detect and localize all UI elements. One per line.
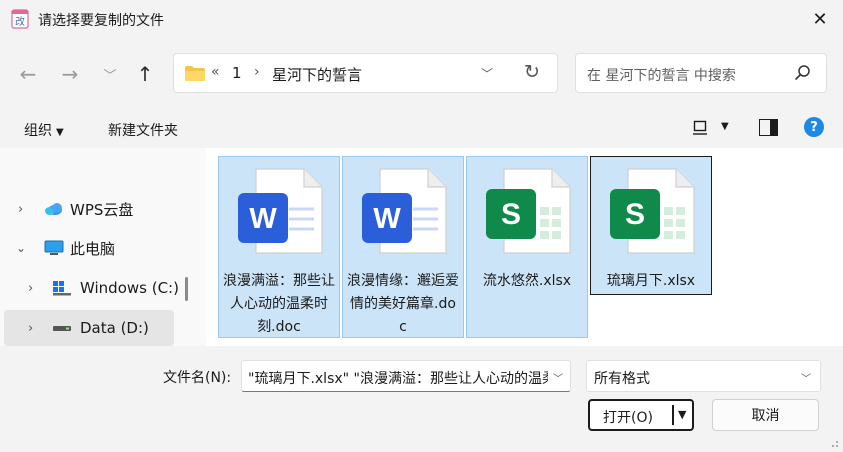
close-button[interactable]: ✕ <box>797 0 843 38</box>
file-list-view[interactable]: W 浪漫满溢：那些让人心动的温柔时刻.doc W 浪漫情缘：邂逅爱情的美好篇章.… <box>206 148 843 346</box>
cloud-icon <box>45 203 62 215</box>
close-icon: ✕ <box>812 8 828 30</box>
chevron-right-icon[interactable]: › <box>18 202 23 217</box>
svg-text:S: S <box>501 198 521 231</box>
sidebar-scrollbar[interactable] <box>178 148 202 346</box>
folder-icon <box>185 66 205 81</box>
chevron-down-icon: ﹀ <box>103 68 117 84</box>
filename-value[interactable]: "琉璃月下.xlsx" "浪漫满溢：那些让人心动的温柔时刻.doc" <box>248 368 548 388</box>
sidebar-item-this-pc[interactable]: ⌄ 此电脑 <box>4 230 174 266</box>
window-title: 请选择要复制的文件 <box>38 13 164 29</box>
file-name: 流水悠然.xlsx <box>482 273 572 289</box>
search-placeholder: 在 星河下的誓言 中搜索 <box>587 68 736 84</box>
svg-text:改: 改 <box>15 15 25 28</box>
command-toolbar: 组织 ▼ 新建文件夹 ▼ ? <box>0 110 843 148</box>
caret-down-icon: ▼ <box>56 127 64 138</box>
svg-text:S: S <box>625 198 645 231</box>
up-button[interactable]: ↑ <box>131 58 159 90</box>
view-caret-icon[interactable]: ▼ <box>721 121 729 132</box>
file-type-value: 所有格式 <box>594 371 650 387</box>
breadcrumb-separator: › <box>254 64 260 80</box>
sidebar-item-label: 此电脑 <box>70 239 116 258</box>
breadcrumb-1[interactable]: 1 <box>232 64 242 82</box>
file-type-filter[interactable]: 所有格式 ﹀ <box>586 360 821 392</box>
file-item[interactable]: S 流水悠然.xlsx <box>466 156 588 338</box>
dialog-footer: 文件名(N): "琉璃月下.xlsx" "浪漫满溢：那些让人心动的温柔时刻.do… <box>0 346 843 452</box>
sidebar-item-label: Data (D:) <box>80 319 149 337</box>
split-divider <box>672 405 674 425</box>
sidebar-item-data-d[interactable]: › Data (D:) <box>4 310 174 346</box>
back-button[interactable]: ← <box>14 58 42 90</box>
excel-spreadsheet-icon: S <box>610 168 695 254</box>
word-document-icon: W <box>362 168 447 254</box>
sidebar-item-wps-cloud[interactable]: › WPS云盘 <box>4 191 174 227</box>
word-document-icon: W <box>238 168 323 254</box>
windows-drive-icon <box>53 281 71 296</box>
svg-text:W: W <box>373 203 401 235</box>
help-icon[interactable]: ? <box>804 117 824 137</box>
forward-arrow-icon: → <box>61 62 79 86</box>
sidebar-item-label: WPS云盘 <box>70 200 134 219</box>
file-name: 浪漫满溢：那些让人心动的温柔时刻.doc <box>223 273 335 335</box>
address-history-chevron-icon[interactable]: ﹀ <box>481 65 493 82</box>
overflow-crumb[interactable]: « <box>211 64 220 80</box>
refresh-icon[interactable]: ↻ <box>524 61 540 83</box>
sidebar-item-label: Windows (C:) <box>80 279 179 297</box>
view-options-icon[interactable] <box>692 120 708 136</box>
up-arrow-icon: ↑ <box>136 62 154 86</box>
chevron-down-icon[interactable]: ⌄ <box>16 241 26 255</box>
excel-spreadsheet-icon: S <box>486 168 571 254</box>
filename-history-chevron-icon[interactable]: ﹀ <box>553 370 563 385</box>
new-folder-button[interactable]: 新建文件夹 <box>108 120 178 140</box>
address-bar[interactable]: « 1 › 星河下的誓言 ﹀ ↻ <box>173 53 558 93</box>
svg-text:W: W <box>249 203 277 235</box>
preview-pane-icon[interactable] <box>759 119 778 136</box>
search-icon[interactable] <box>794 64 812 82</box>
breadcrumb-current-folder[interactable]: 星河下的誓言 <box>272 64 362 85</box>
filename-label: 文件名(N): <box>163 370 232 386</box>
file-item[interactable]: W 浪漫情缘：邂逅爱情的美好篇章.doc <box>342 156 464 338</box>
search-box[interactable]: 在 星河下的誓言 中搜索 <box>575 53 827 93</box>
open-label: 打开(O) <box>603 410 653 426</box>
cancel-button[interactable]: 取消 <box>712 399 819 431</box>
file-name: 琉璃月下.xlsx <box>606 273 696 289</box>
navigation-pane: › WPS云盘 ⌄ 此电脑 › Windows (C:) › Data (D:) <box>0 148 206 346</box>
recent-locations-button[interactable]: ﹀ <box>96 58 124 90</box>
resize-grip-icon[interactable] <box>829 438 839 448</box>
title-bar: 改 请选择要复制的文件 ✕ <box>0 0 843 38</box>
organize-menu[interactable]: 组织 ▼ <box>24 120 64 140</box>
open-options-caret-icon[interactable]: ▼ <box>678 408 686 421</box>
drive-icon <box>53 326 71 331</box>
computer-icon <box>44 240 64 255</box>
organize-label: 组织 <box>24 123 52 139</box>
back-arrow-icon: ← <box>19 62 37 86</box>
app-icon: 改 <box>11 9 29 29</box>
sidebar-item-windows-c[interactable]: › Windows (C:) <box>4 270 179 306</box>
filename-input[interactable]: "琉璃月下.xlsx" "浪漫满溢：那些让人心动的温柔时刻.doc" ﹀ <box>241 360 571 392</box>
file-name: 浪漫情缘：邂逅爱情的美好篇章.doc <box>347 273 459 335</box>
chevron-down-icon: ﹀ <box>801 374 811 385</box>
file-item[interactable]: S 琉璃月下.xlsx <box>590 156 712 295</box>
chevron-right-icon[interactable]: › <box>28 321 33 336</box>
sidebar-scroll-thumb[interactable] <box>185 277 188 301</box>
chevron-right-icon[interactable]: › <box>28 281 33 296</box>
file-item[interactable]: W 浪漫满溢：那些让人心动的温柔时刻.doc <box>218 156 340 338</box>
forward-button[interactable]: → <box>56 58 84 90</box>
open-button[interactable]: 打开(O) ▼ <box>588 399 694 431</box>
